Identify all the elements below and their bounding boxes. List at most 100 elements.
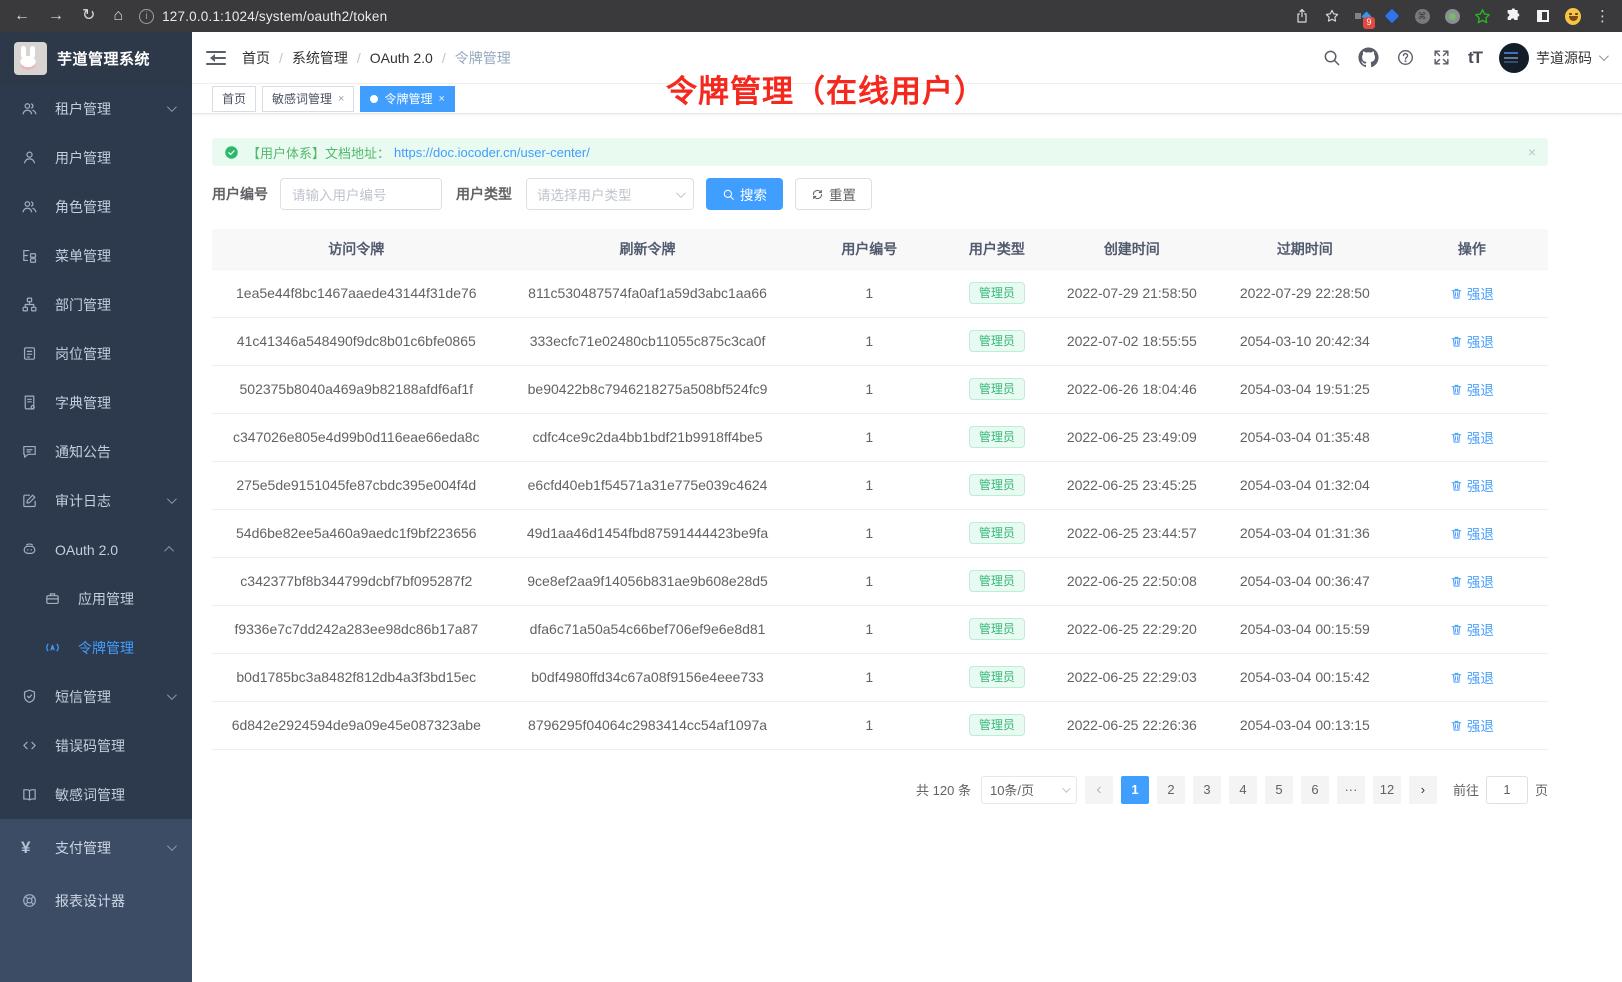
sidebar-item-post[interactable]: 岗位管理	[0, 329, 192, 378]
fullscreen-icon[interactable]	[1432, 48, 1451, 67]
force-logout-button[interactable]: 强退	[1450, 331, 1494, 351]
close-icon[interactable]: ×	[438, 93, 444, 105]
ext-square	[1355, 13, 1361, 19]
sidebar-item-user[interactable]: 用户管理	[0, 133, 192, 182]
tab-home[interactable]: 首页	[212, 86, 256, 112]
page-button-12[interactable]: 12	[1373, 776, 1401, 804]
force-logout-button[interactable]: 强退	[1450, 523, 1494, 543]
doc-alert: 【用户体系】文档地址： https://doc.iocoder.cn/user-…	[212, 138, 1548, 166]
app-logo-bar: 芋道管理系统	[0, 32, 192, 84]
user-type-badge: 管理员	[969, 474, 1025, 496]
trash-icon	[1450, 527, 1463, 540]
alert-doc-link[interactable]: https://doc.iocoder.cn/user-center/	[394, 145, 590, 160]
force-logout-button[interactable]: 强退	[1450, 715, 1494, 735]
alert-close-icon[interactable]: ×	[1528, 144, 1536, 160]
tab-sensitive-words[interactable]: 敏感词管理×	[262, 86, 354, 112]
extension-badge: 9	[1363, 17, 1375, 29]
sidebar-item-sensitive-word[interactable]: 敏感词管理	[0, 770, 192, 819]
trash-icon	[1450, 479, 1463, 492]
breadcrumb-system[interactable]: 系统管理	[292, 48, 348, 68]
search-icon[interactable]	[1322, 48, 1341, 67]
page-button-4[interactable]: 4	[1229, 776, 1257, 804]
sidebar-item-tenant[interactable]: 租户管理	[0, 84, 192, 133]
sidebar-item-oauth-token[interactable]: 令牌管理	[0, 623, 192, 672]
chevron-down-icon	[1062, 784, 1070, 792]
sidebar-item-error-code[interactable]: 错误码管理	[0, 721, 192, 770]
forward-icon[interactable]: →	[48, 8, 64, 24]
col-user-id: 用户编号	[795, 229, 945, 269]
home-icon[interactable]: ⌂	[113, 8, 123, 24]
breadcrumb-oauth[interactable]: OAuth 2.0	[370, 50, 433, 66]
sidebar-item-dict[interactable]: 字典管理	[0, 378, 192, 427]
sidebar-item-menu[interactable]: 菜单管理	[0, 231, 192, 280]
breadcrumb: 首页/ 系统管理/ OAuth 2.0/ 令牌管理	[242, 48, 511, 68]
sidebar-item-sms[interactable]: 短信管理	[0, 672, 192, 721]
user-type-badge: 管理员	[969, 282, 1025, 304]
reset-button[interactable]: 重置	[795, 178, 872, 210]
page-more-button[interactable]: ···	[1337, 776, 1365, 804]
reload-icon[interactable]: ↻	[82, 8, 95, 24]
search-form: 用户编号 请输入用户编号 用户类型 请选择用户类型 搜索 重置	[212, 178, 1548, 210]
user-avatar	[1499, 43, 1529, 73]
app-logo	[14, 42, 47, 75]
sidebar-item-dept[interactable]: 部门管理	[0, 280, 192, 329]
help-icon[interactable]	[1396, 48, 1415, 67]
page-button-6[interactable]: 6	[1301, 776, 1329, 804]
tree-icon	[21, 247, 38, 264]
close-icon[interactable]: ×	[338, 93, 344, 105]
extension-record-icon[interactable]	[1444, 8, 1460, 24]
sidebar-item-pay[interactable]: ¥支付管理	[0, 821, 192, 874]
extension-password-icon[interactable]: 9	[1354, 8, 1370, 24]
table-body: 1ea5e44f8bc1467aaede43144f31de76811c5304…	[212, 269, 1548, 749]
bookmark-star-icon[interactable]	[1324, 8, 1340, 24]
url-text: 127.0.0.1:1024/system/oauth2/token	[162, 9, 387, 24]
page-button-5[interactable]: 5	[1265, 776, 1293, 804]
search-button[interactable]: 搜索	[706, 178, 783, 210]
force-logout-button[interactable]: 强退	[1450, 283, 1494, 303]
sidebar-item-role[interactable]: 角色管理	[0, 182, 192, 231]
sidebar-toggle-icon[interactable]	[1535, 8, 1551, 24]
site-info-icon[interactable]: i	[139, 9, 154, 24]
extension-puzzle-icon[interactable]	[1505, 8, 1521, 24]
sidebar-fold-icon[interactable]	[206, 50, 226, 66]
goto-page-input[interactable]: 1	[1486, 776, 1528, 804]
extension-gem-icon[interactable]	[1384, 8, 1400, 24]
browser-actions: 9 ⌘ ⋮	[1282, 8, 1622, 25]
prev-page-button[interactable]: ‹	[1085, 776, 1113, 804]
force-logout-button[interactable]: 强退	[1450, 475, 1494, 495]
success-check-icon	[224, 145, 239, 160]
breadcrumb-current: 令牌管理	[455, 48, 511, 68]
page-size-select[interactable]: 10条/页	[981, 776, 1077, 804]
page-button-2[interactable]: 2	[1157, 776, 1185, 804]
sidebar-item-oauth-app[interactable]: 应用管理	[0, 574, 192, 623]
sidebar-item-oauth[interactable]: OAuth 2.0	[0, 525, 192, 574]
tab-token-active[interactable]: 令牌管理×	[360, 86, 454, 112]
github-icon[interactable]	[1358, 47, 1379, 68]
sidebar-item-notice[interactable]: 通知公告	[0, 427, 192, 476]
breadcrumb-home[interactable]: 首页	[242, 48, 270, 68]
browser-menu-icon[interactable]: ⋮	[1595, 9, 1610, 24]
force-logout-button[interactable]: 强退	[1450, 427, 1494, 447]
col-create-time: 创建时间	[1050, 229, 1214, 269]
force-logout-button[interactable]: 强退	[1450, 571, 1494, 591]
font-size-icon[interactable]: tT	[1468, 48, 1482, 68]
force-logout-button[interactable]: 强退	[1450, 619, 1494, 639]
force-logout-button[interactable]: 强退	[1450, 379, 1494, 399]
page-button-3[interactable]: 3	[1193, 776, 1221, 804]
extension-cmd-icon[interactable]: ⌘	[1414, 8, 1430, 24]
next-page-button[interactable]: ›	[1409, 776, 1437, 804]
sidebar-item-report-designer[interactable]: 报表设计器	[0, 874, 192, 927]
force-logout-button[interactable]: 强退	[1450, 667, 1494, 687]
user-id-input[interactable]: 请输入用户编号	[280, 178, 442, 210]
page-button-1[interactable]: 1	[1121, 776, 1149, 804]
shield-icon	[21, 688, 38, 705]
extension-star-icon[interactable]	[1474, 8, 1491, 25]
user-type-select[interactable]: 请选择用户类型	[526, 178, 694, 210]
back-icon[interactable]: ←	[14, 8, 30, 24]
col-refresh-token: 刷新令牌	[501, 229, 795, 269]
profile-avatar-icon[interactable]	[1565, 8, 1581, 24]
sidebar-item-audit-log[interactable]: 审计日志	[0, 476, 192, 525]
share-icon[interactable]	[1294, 8, 1310, 24]
user-dropdown[interactable]: 芋道源码	[1499, 43, 1606, 73]
address-bar[interactable]: i 127.0.0.1:1024/system/oauth2/token	[139, 9, 1282, 24]
